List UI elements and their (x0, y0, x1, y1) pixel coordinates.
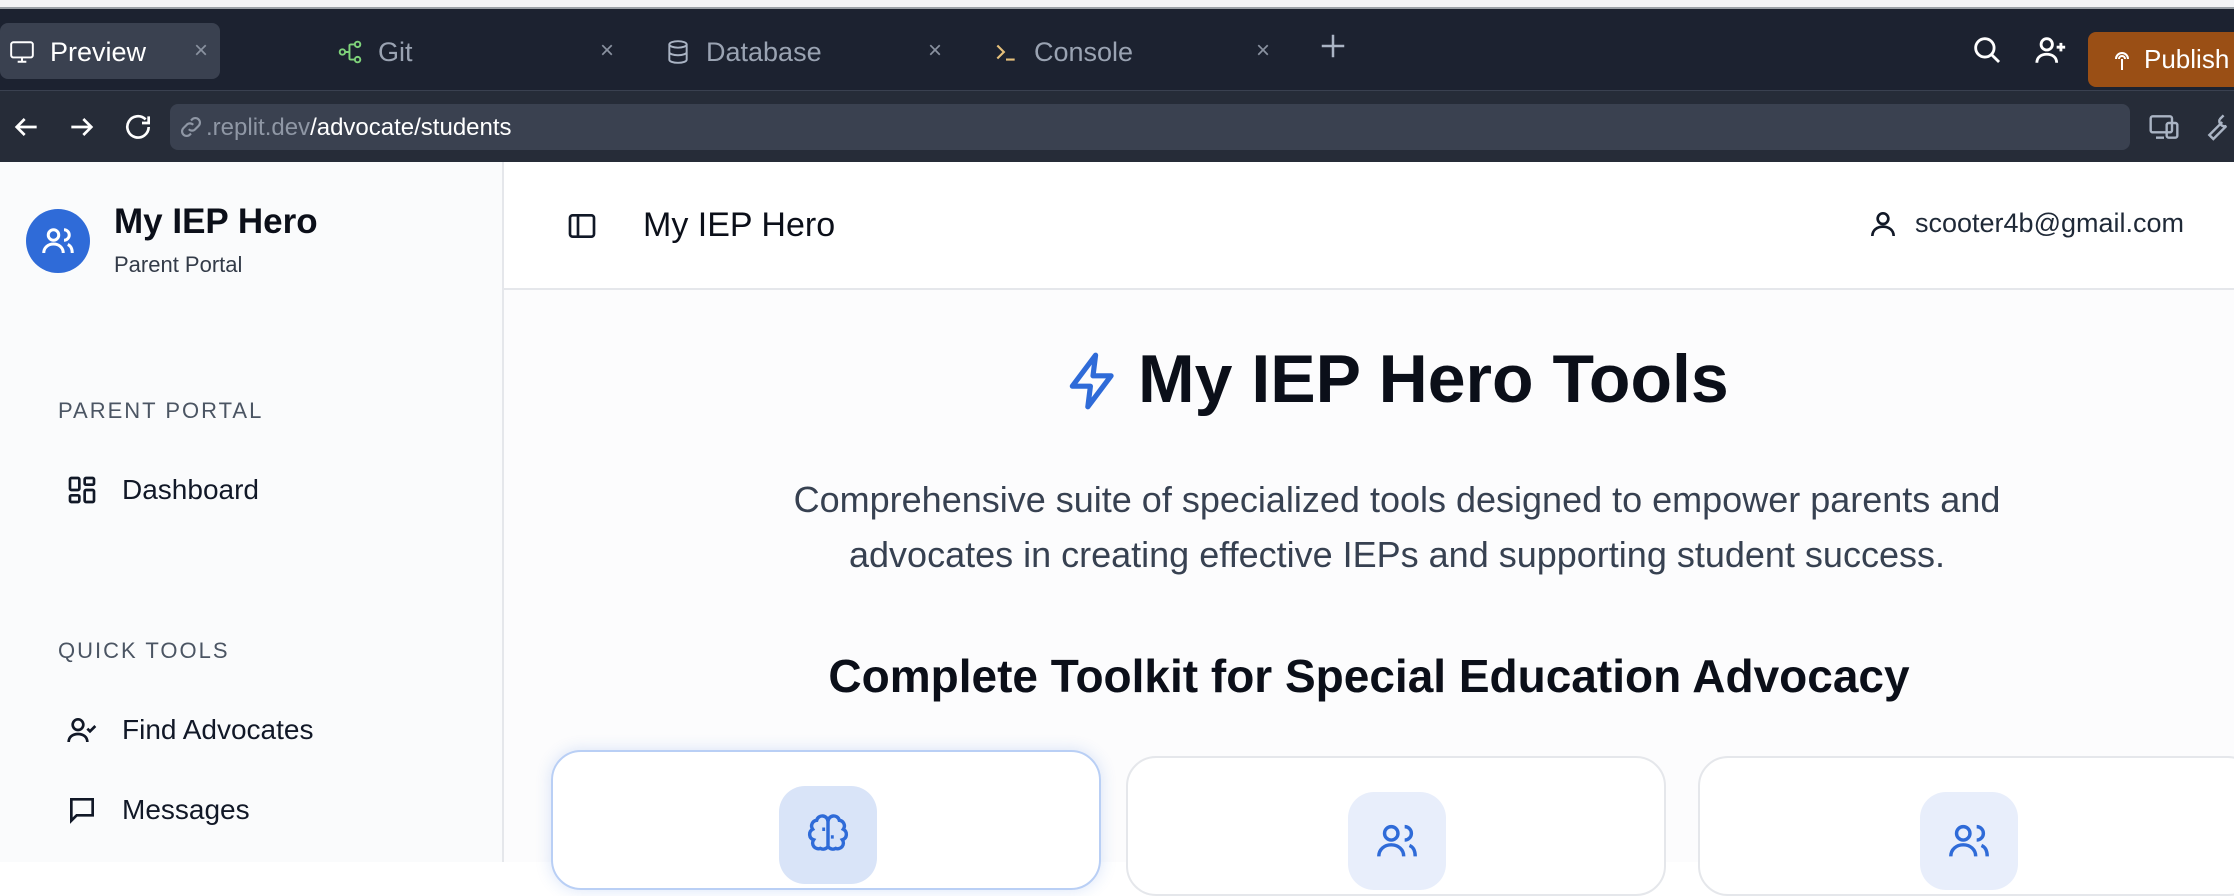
sidebar: My IEP Hero Parent Portal PARENT PORTAL … (0, 162, 504, 862)
tab-console[interactable]: Console × (984, 23, 1282, 79)
description-line: advocates in creating effective IEPs and… (849, 534, 1945, 575)
tab-preview[interactable]: Preview × (0, 23, 220, 79)
sidebar-item-dashboard[interactable]: Dashboard (60, 460, 480, 520)
tab-label: Preview (50, 37, 147, 67)
brain-icon (807, 814, 849, 851)
section-label-quick-tools: QUICK TOOLS (58, 638, 230, 663)
tool-card[interactable] (1126, 756, 1666, 896)
app-logo (26, 209, 90, 273)
workspace-tab-bar: Preview × Git × Database × Console × Pub… (0, 9, 2234, 90)
tab-label: Git (378, 37, 413, 67)
users-icon (1377, 824, 1417, 857)
page-description: Comprehensive suite of specialized tools… (654, 472, 2140, 582)
forward-arrow-icon[interactable] (66, 111, 98, 143)
close-icon[interactable]: × (194, 37, 208, 65)
close-icon[interactable]: × (1256, 37, 1270, 65)
user-check-icon (67, 718, 97, 743)
tab-database[interactable]: Database × (656, 23, 954, 79)
database-icon (668, 40, 688, 64)
tool-card-icon-badge (1920, 792, 2018, 890)
close-icon[interactable]: × (928, 37, 942, 65)
app-title: My IEP Hero (114, 202, 318, 241)
terminal-icon (996, 44, 1015, 61)
sidebar-item-label: Messages (122, 794, 250, 825)
users-icon (42, 228, 74, 254)
app-subtitle: Parent Portal (114, 252, 243, 277)
dashboard-icon (68, 476, 96, 504)
tool-card-icon-badge (1348, 792, 1446, 890)
tool-card[interactable] (551, 750, 1101, 890)
users-icon (1949, 824, 1989, 857)
publish-label: Publish (2144, 44, 2230, 74)
sidebar-item-messages[interactable]: Messages (60, 780, 480, 840)
header-title: My IEP Hero (643, 206, 836, 244)
reload-icon[interactable] (122, 111, 154, 143)
tool-card-icon-badge (779, 786, 877, 884)
close-icon[interactable]: × (600, 37, 614, 65)
description-line: Comprehensive suite of specialized tools… (793, 479, 2001, 520)
url-host: .replit.dev (206, 114, 311, 141)
browser-url-bar: .replit.dev/advocate/students (0, 90, 2234, 162)
message-icon (70, 798, 94, 824)
git-branch-icon (338, 40, 362, 64)
monitor-icon (10, 41, 34, 63)
toolkit-heading: Complete Toolkit for Special Education A… (828, 650, 1910, 702)
tab-label: Console (1034, 37, 1134, 67)
publish-icon (2115, 51, 2129, 70)
window-top-border (0, 0, 2234, 9)
wrench-icon[interactable] (2200, 111, 2232, 143)
page-title: My IEP Hero Tools (1138, 341, 1729, 417)
user-icon (1871, 212, 1895, 237)
sidebar-toggle-icon[interactable] (566, 210, 598, 242)
invite-user-icon[interactable] (2034, 33, 2068, 67)
hero: My IEP Hero Tools (504, 340, 2234, 430)
search-icon[interactable] (1970, 33, 2004, 67)
sidebar-item-label: Dashboard (122, 474, 259, 505)
sidebar-item-find-advocates[interactable]: Find Advocates (60, 700, 480, 760)
top-header: My IEP Hero scooter4b@gmail.com (504, 162, 2234, 290)
sidebar-item-label: Find Advocates (122, 714, 314, 745)
section-label-parent-portal: PARENT PORTAL (58, 398, 264, 423)
main-content: My IEP Hero scooter4b@gmail.com My IEP H… (504, 162, 2234, 896)
new-tab-plus-icon[interactable] (1318, 31, 1348, 61)
back-arrow-icon[interactable] (10, 111, 42, 143)
user-email[interactable]: scooter4b@gmail.com (1915, 208, 2184, 239)
link-icon (181, 117, 201, 137)
url-field[interactable]: .replit.dev/advocate/students (170, 104, 2130, 150)
url-text: .replit.dev/advocate/students (206, 114, 512, 142)
lightning-icon (1069, 352, 1114, 410)
tab-git[interactable]: Git × (328, 23, 626, 79)
tool-card[interactable] (1698, 756, 2234, 896)
tab-label: Database (706, 37, 822, 67)
url-path: /advocate/students (310, 114, 512, 141)
devices-icon[interactable] (2148, 111, 2180, 143)
publish-button[interactable]: Publish (2088, 32, 2234, 87)
